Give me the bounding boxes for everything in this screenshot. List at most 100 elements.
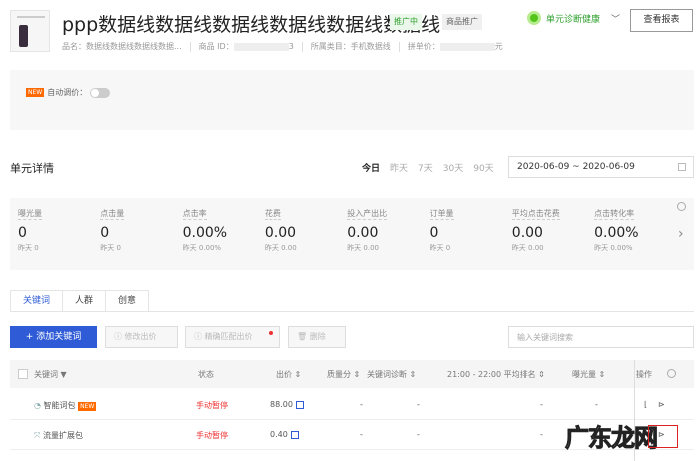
stat-label: 投入产出比	[347, 209, 388, 220]
type-badge: 商品推广	[442, 14, 482, 30]
status-cell: 手动暂停	[196, 431, 228, 440]
exact-match-bid-button[interactable]: ⓘ 精确匹配出价	[185, 326, 280, 348]
stat-2: 点击率 0.00% 昨天 0.00%	[182, 208, 263, 253]
chevron-down-icon: ﹀	[611, 14, 621, 25]
stat-value: 0	[18, 225, 27, 241]
rank-cell: -	[540, 400, 543, 409]
stat-yesterday: 昨天 0.00	[347, 244, 379, 252]
product-thumbnail	[10, 10, 50, 52]
tab-audience[interactable]: 人群	[62, 290, 107, 311]
table-row: ◔ 智能词包 NEW 手动暂停 88.00 - - - - ⌊ ⊳	[10, 390, 694, 420]
calendar-icon	[678, 163, 686, 171]
stat-label: 花费	[264, 209, 281, 220]
delete-button[interactable]: 🗑 删除	[288, 326, 346, 348]
chart-icon[interactable]: ⌊	[644, 400, 647, 409]
stat-value: 0.00	[347, 225, 379, 241]
stat-1: 点击量 0 昨天 0	[100, 208, 180, 253]
stat-3: 花费 0.00 昨天 0.00	[264, 208, 345, 253]
page-title: ppp数据线数据线数据线数据线数据线数据线	[62, 14, 441, 36]
stat-0: 曝光量 0 昨天 0	[18, 208, 98, 253]
keyword-cell: ◔ 智能词包 NEW	[34, 401, 97, 411]
diagnosis-cell: -	[417, 430, 420, 439]
col-rank[interactable]: 21:00 - 22:00 平均排名 ⇕	[447, 369, 545, 380]
product-name: 品名：数据线数据线数据线数据...	[62, 42, 182, 51]
col-status: 状态	[198, 370, 214, 379]
stat-4: 投入产出比 0.00 昨天 0.00	[347, 208, 427, 253]
date-tab-7d[interactable]: 7天	[418, 161, 433, 174]
table-header: 关键词 ▼ 状态 出价 ⇕ 质量分 ⇕ 关键词诊断 ⇕ 21:00 - 22:0…	[10, 360, 694, 388]
stat-yesterday: 昨天 0.00	[264, 244, 297, 252]
product-category: 所属类目：手机数据线	[310, 42, 391, 51]
section-title: 单元详情	[10, 162, 54, 175]
col-quality[interactable]: 质量分 ⇕	[327, 369, 360, 380]
stat-value: 0	[429, 225, 439, 241]
product-price: 拼单价：元	[407, 42, 503, 51]
diagnosis-dropdown[interactable]: 单元诊断健康 ﹀	[527, 11, 620, 25]
notification-dot	[269, 331, 273, 335]
stat-label: 曝光量	[18, 209, 42, 220]
trash-icon: 🗑	[297, 332, 308, 341]
settings-gear-icon[interactable]	[677, 202, 686, 211]
auto-price-setting: NEW 自动调价：	[26, 87, 111, 98]
auto-price-toggle[interactable]	[90, 87, 111, 98]
watermark: 广东龙网	[565, 424, 659, 453]
stat-7: 点击转化率 0.00% 昨天 0.00%	[594, 208, 674, 253]
tab-keywords[interactable]: 关键词	[10, 290, 64, 311]
quality-cell: -	[360, 400, 363, 409]
stat-label: 点击量	[100, 209, 125, 220]
view-report-button[interactable]: 查看报表	[630, 9, 693, 32]
product-meta: 品名：数据线数据线数据线数据... 商品 ID： 3 所属类目：手机数据线 拼单价…	[62, 41, 503, 52]
status-badge: 推广中	[390, 14, 422, 30]
bid-cell: 0.40	[270, 430, 299, 439]
package-icon: ◔	[34, 401, 41, 410]
modify-bid-button[interactable]: ⓘ 修改出价	[105, 326, 178, 348]
edit-icon[interactable]	[290, 430, 299, 439]
column-settings-icon[interactable]	[667, 369, 676, 378]
bid-cell: 88.00	[270, 400, 304, 409]
expand-icon: ⤧	[34, 431, 41, 440]
col-keyword[interactable]: 关键词 ▼	[34, 369, 67, 380]
date-range-picker[interactable]: 2020-06-09 ~ 2020-06-09	[508, 156, 694, 178]
keyword-search-input[interactable]	[508, 326, 694, 348]
stat-value: 0.00	[264, 225, 297, 241]
col-action: 操作	[636, 370, 652, 379]
tab-creative[interactable]: 创意	[105, 290, 150, 311]
col-diagnosis[interactable]: 关键词诊断 ⇕	[367, 369, 416, 380]
quality-cell: -	[360, 430, 363, 439]
select-all-checkbox[interactable]	[18, 369, 28, 379]
stat-5: 订单量 0 昨天 0	[429, 208, 510, 253]
col-impressions[interactable]: 曝光量 ⇕	[572, 369, 605, 380]
stat-label: 点击率	[182, 209, 207, 220]
date-tab-90d[interactable]: 90天	[473, 161, 493, 174]
stat-label: 平均点击花费	[511, 209, 560, 220]
date-tab-yesterday[interactable]: 昨天	[390, 161, 408, 174]
chevron-right-icon[interactable]: ›	[678, 226, 684, 242]
new-tag: NEW	[78, 402, 97, 411]
diagnosis-label: 单元诊断健康	[546, 14, 601, 25]
stat-value: 0.00%	[594, 225, 639, 241]
stat-value: 0	[100, 225, 110, 241]
add-keyword-button[interactable]: + 添加关键词	[10, 326, 97, 348]
rank-cell: -	[540, 430, 543, 439]
stat-yesterday: 昨天 0	[100, 244, 121, 252]
status-cell: 手动暂停	[196, 401, 228, 410]
health-icon	[527, 11, 541, 25]
play-icon[interactable]: ⊳	[658, 400, 665, 409]
product-id: 商品 ID： 3	[198, 42, 294, 51]
tab-bar: 关键词 人群 创意	[10, 290, 694, 312]
edit-icon[interactable]	[295, 400, 304, 409]
date-tab-30d[interactable]: 30天	[443, 161, 463, 174]
stats-panel: › 曝光量 0 昨天 0 点击量 0 昨天 0 点击率 0.00% 昨天 0.00% 花费 0.00…	[10, 198, 694, 270]
new-tag: NEW	[26, 88, 45, 97]
col-bid[interactable]: 出价 ⇕	[276, 369, 301, 380]
auto-price-panel	[10, 70, 694, 130]
stat-6: 平均点击花费 0.00 昨天 0.00	[511, 208, 592, 253]
stat-label: 订单量	[429, 209, 454, 220]
date-tab-today[interactable]: 今日	[362, 161, 380, 174]
stat-yesterday: 昨天 0.00	[511, 244, 544, 252]
stat-yesterday: 昨天 0.00%	[594, 244, 633, 252]
stat-yesterday: 昨天 0	[18, 244, 39, 252]
stat-yesterday: 昨天 0.00%	[182, 244, 222, 252]
auto-price-label: 自动调价：	[47, 88, 88, 97]
date-tabs: 今日 昨天 7天 30天 90天	[362, 161, 494, 174]
